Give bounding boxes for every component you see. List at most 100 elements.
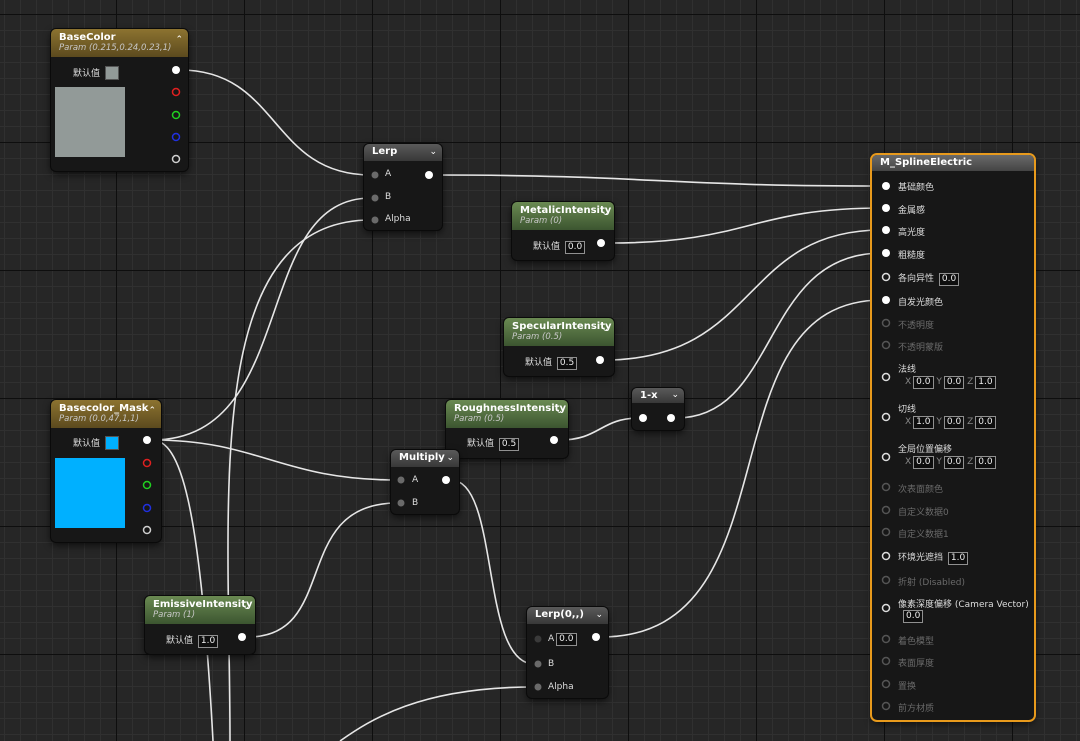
default-label-text: 默认值: [533, 242, 561, 252]
pin-tangent: 切线: [898, 405, 917, 415]
pin-normal: 法线: [898, 365, 917, 375]
node-header[interactable]: EmissiveIntensity Param (1) ⌄: [145, 596, 255, 624]
node-header[interactable]: BaseColor Param (0.215,0.24,0.23,1) ⌃: [51, 29, 188, 57]
node-title: BaseColor: [59, 32, 116, 43]
value-field[interactable]: 0.5: [498, 438, 520, 451]
wpo-xyz: X 0.0 Y 0.0 Z 0.0: [905, 456, 996, 469]
lerp-node[interactable]: Lerp ⌄ A B Alpha: [364, 144, 442, 230]
node-title: Multiply: [399, 452, 445, 463]
basecolor-node[interactable]: BaseColor Param (0.215,0.24,0.23,1) ⌃ 默认…: [51, 29, 188, 171]
wire: [675, 252, 883, 419]
chevron-down-icon[interactable]: ⌄: [595, 610, 603, 620]
default-label: 默认值 0.5: [525, 355, 578, 370]
wire: [151, 197, 372, 441]
anisotropy-field[interactable]: 0.0: [938, 273, 960, 286]
node-header[interactable]: M_SplineElectric: [872, 155, 1034, 171]
chevron-down-icon[interactable]: ⌄: [601, 208, 609, 218]
node-title: Lerp: [372, 146, 398, 157]
chevron-down-icon[interactable]: ⌄: [429, 147, 437, 157]
axis-z: Z: [967, 457, 974, 467]
axis-y: Y: [936, 377, 942, 387]
wpo-z-field[interactable]: 0.0: [975, 456, 996, 469]
node-header[interactable]: SpecularIntensity Param (0.5) ⌄: [504, 318, 614, 346]
node-header[interactable]: Lerp ⌄: [364, 144, 442, 161]
node-title: RoughnessIntensity: [454, 403, 566, 414]
roughness-intensity-node[interactable]: RoughnessIntensity Param (0.5) ⌄ 默认值 0.5: [446, 400, 568, 458]
pin-label-alpha: Alpha: [385, 214, 411, 224]
node-title: Lerp(0,,): [535, 609, 584, 620]
default-label: 默认值: [73, 69, 101, 79]
color-swatch[interactable]: [105, 436, 119, 450]
value-field[interactable]: 0.0: [564, 241, 586, 254]
node-subtitle: Param (0): [520, 216, 563, 226]
wire: [339, 686, 535, 741]
node-title: M_SplineElectric: [880, 157, 973, 168]
pin-subsurface: 次表面颜色: [898, 485, 944, 495]
tangent-z-field[interactable]: 0.0: [975, 416, 996, 429]
chevron-down-icon[interactable]: ⌄: [555, 406, 563, 416]
pin-opacity: 不透明度: [898, 321, 935, 331]
pin-a-value[interactable]: 0.0: [556, 633, 577, 646]
tangent-x-field[interactable]: 1.0: [913, 416, 934, 429]
basecolor-mask-node[interactable]: Basecolor_Mask Param (0.0,47,1,1) ⌃ 默认值: [51, 400, 161, 542]
default-label: 默认值 0.5: [467, 436, 520, 451]
node-subtitle: Param (1): [153, 610, 196, 620]
pdo-field[interactable]: 0.0: [903, 610, 924, 623]
axis-x: X: [905, 457, 912, 467]
pin-label-b: B: [385, 192, 392, 202]
one-minus-node[interactable]: 1-x ⌄: [632, 388, 684, 430]
wpo-x-field[interactable]: 0.0: [913, 456, 934, 469]
multiply-node[interactable]: Multiply ⌄ A B: [391, 450, 459, 514]
node-title: SpecularIntensity: [512, 321, 612, 332]
normal-y-field[interactable]: 0.0: [943, 376, 965, 389]
value-field[interactable]: 0.5: [556, 357, 578, 370]
lerp2-node[interactable]: Lerp(0,,) ⌄ A 0.0 B Alpha: [527, 607, 608, 698]
node-header[interactable]: Basecolor_Mask Param (0.0,47,1,1) ⌃: [51, 400, 161, 428]
normal-x-field[interactable]: 0.0: [913, 376, 934, 389]
node-header[interactable]: Multiply ⌄: [391, 450, 459, 467]
color-preview: [55, 458, 125, 528]
collapse-icon[interactable]: ⌃: [148, 406, 156, 416]
value-field[interactable]: 1.0: [197, 635, 219, 648]
default-label-text: 默认值: [467, 439, 495, 449]
node-header[interactable]: RoughnessIntensity Param (0.5) ⌄: [446, 400, 568, 428]
pin-displacement: 置换: [898, 682, 917, 692]
color-swatch[interactable]: [105, 66, 119, 80]
axis-y: Y: [936, 417, 942, 427]
pin-anisotropy-text: 各向异性: [898, 274, 935, 284]
node-header[interactable]: Lerp(0,,) ⌄: [527, 607, 608, 624]
tangent-y-field[interactable]: 0.0: [943, 416, 965, 429]
specular-intensity-node[interactable]: SpecularIntensity Param (0.5) ⌄ 默认值 0.5: [504, 318, 614, 376]
wire: [227, 219, 372, 741]
pin-metallic: 金属感: [898, 206, 926, 216]
node-header[interactable]: MetalicIntensity Param (0) ⌄: [512, 202, 614, 230]
chevron-down-icon[interactable]: ⌄: [446, 453, 454, 463]
wire: [432, 174, 883, 187]
wire: [247, 502, 398, 638]
chevron-down-icon[interactable]: ⌄: [601, 324, 609, 334]
pin-opacity-mask: 不透明蒙版: [898, 343, 944, 353]
chevron-down-icon[interactable]: ⌄: [671, 390, 679, 400]
axis-x: X: [905, 377, 912, 387]
node-header[interactable]: 1-x ⌄: [632, 388, 684, 403]
normal-z-field[interactable]: 1.0: [975, 376, 996, 389]
material-result-node[interactable]: M_SplineElectric 基础颜色 金属感 高光度 粗糙度 各向异性 0…: [872, 155, 1034, 720]
node-title: EmissiveIntensity: [153, 599, 253, 610]
default-label-text: 默认值: [525, 358, 553, 368]
default-label: 默认值 0.0: [533, 239, 586, 254]
chevron-down-icon[interactable]: ⌄: [242, 602, 250, 612]
wire: [151, 439, 398, 481]
pin-label-b: B: [412, 498, 419, 508]
normal-xyz: X 0.0 Y 0.0 Z 1.0: [905, 376, 996, 389]
node-subtitle: Param (0.0,47,1,1): [59, 414, 139, 424]
tangent-xyz: X 1.0 Y 0.0 Z 0.0: [905, 416, 996, 429]
pin-a-text: A: [548, 634, 555, 644]
wpo-y-field[interactable]: 0.0: [943, 456, 965, 469]
pin-emissive: 自发光颜色: [898, 298, 944, 308]
node-subtitle: Param (0.5): [454, 414, 505, 424]
emissive-intensity-node[interactable]: EmissiveIntensity Param (1) ⌄ 默认值 1.0: [145, 596, 255, 654]
ao-field[interactable]: 1.0: [947, 552, 969, 565]
axis-y: Y: [936, 457, 942, 467]
collapse-icon[interactable]: ⌃: [175, 35, 183, 45]
metallic-intensity-node[interactable]: MetalicIntensity Param (0) ⌄ 默认值 0.0: [512, 202, 614, 260]
